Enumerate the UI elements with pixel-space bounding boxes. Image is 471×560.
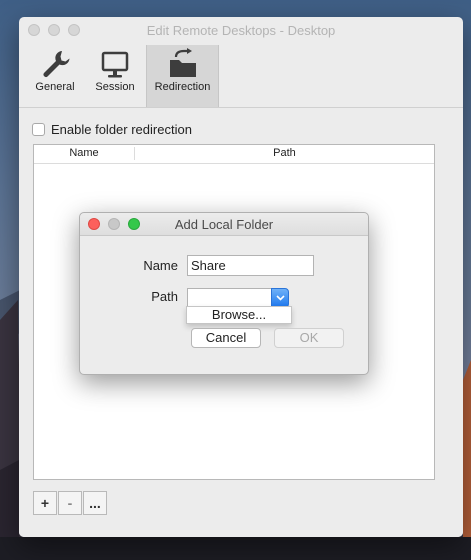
path-label: Path (151, 289, 178, 304)
chevron-down-icon (275, 295, 285, 301)
tab-redirection-label: Redirection (154, 81, 211, 93)
path-dropdown-menu: Browse... (186, 306, 292, 324)
path-combobox[interactable] (187, 288, 289, 308)
path-field[interactable] (187, 288, 272, 308)
column-header-path[interactable]: Path (135, 147, 434, 159)
enable-folder-redirection-row[interactable]: Enable folder redirection (32, 120, 192, 138)
name-label: Name (143, 258, 178, 273)
dialog-title: Add Local Folder (174, 217, 274, 232)
monitor-icon (101, 51, 129, 78)
add-local-folder-dialog: Add Local Folder Name Share Path Browse.… (79, 212, 369, 375)
tab-redirection[interactable]: Redirection (146, 45, 219, 107)
tab-session-label: Session (95, 81, 135, 93)
ok-button[interactable]: OK (274, 328, 344, 348)
add-folder-button[interactable]: + (33, 491, 57, 515)
name-field[interactable]: Share (187, 255, 314, 276)
menu-item-browse[interactable]: Browse... (212, 307, 266, 322)
wrench-icon (43, 51, 70, 77)
tab-general-label: General (35, 81, 75, 93)
enable-folder-redirection-checkbox[interactable] (32, 122, 45, 136)
preferences-toolbar: General Session Redirection (19, 45, 463, 108)
remove-folder-button[interactable]: - (58, 491, 82, 515)
folder-redirect-icon (169, 48, 196, 77)
enable-folder-redirection-label[interactable]: Enable folder redirection (51, 122, 192, 137)
cancel-button[interactable]: Cancel (191, 328, 261, 348)
column-header-name[interactable]: Name (34, 147, 134, 159)
table-header: Name Path (34, 145, 434, 164)
window-titlebar: Edit Remote Desktops - Desktop (19, 17, 463, 45)
window-title: Edit Remote Desktops - Desktop (146, 23, 336, 38)
tab-session[interactable]: Session (89, 45, 141, 107)
table-buttons: + - ... (33, 491, 108, 515)
dialog-titlebar: Add Local Folder (80, 213, 368, 236)
path-dropdown-button[interactable] (271, 288, 289, 308)
more-options-button[interactable]: ... (83, 491, 107, 515)
tab-general[interactable]: General (29, 45, 81, 107)
